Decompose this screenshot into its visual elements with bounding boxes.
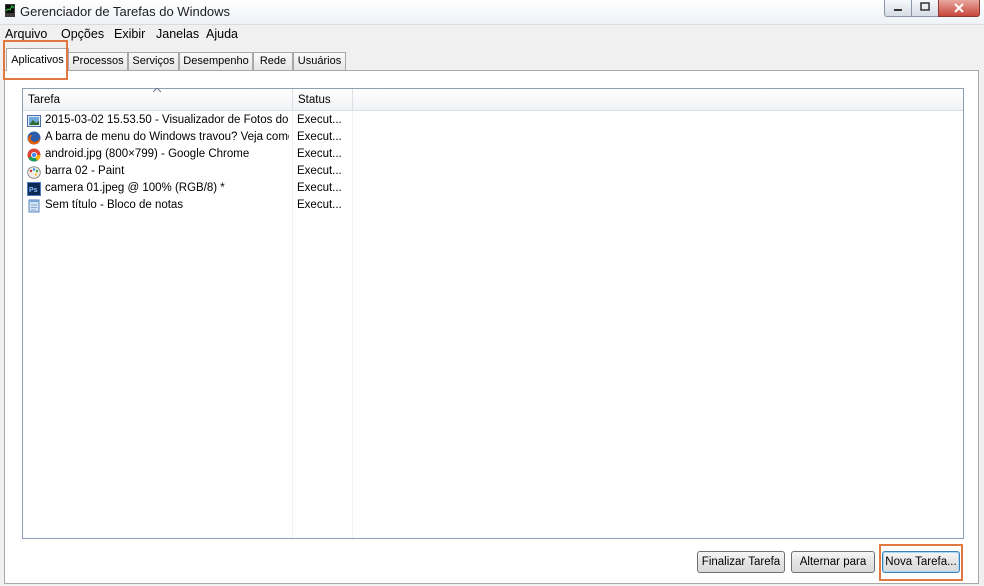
tab-processos[interactable]: Processos (68, 52, 128, 70)
table-row[interactable]: A barra de menu do Windows travou? Veja … (23, 130, 353, 147)
menu-exibir[interactable]: Exibir (114, 27, 145, 41)
minimize-button[interactable] (884, 0, 912, 17)
tab-usuarios[interactable]: Usuários (293, 52, 346, 70)
row-task: android.jpg (800×799) - Google Chrome (45, 148, 250, 160)
sort-ascending-icon (153, 88, 161, 93)
maximize-button[interactable] (911, 0, 939, 17)
menu-ajuda[interactable]: Ajuda (206, 27, 238, 41)
photo-viewer-icon (27, 115, 41, 127)
end-task-button[interactable]: Finalizar Tarefa (697, 551, 785, 573)
table-row[interactable]: 2015-03-02 15.53.50 - Visualizador de Fo… (23, 113, 353, 130)
table-row[interactable]: Sem título - Bloco de notas Execut... (23, 198, 353, 215)
tab-servicos[interactable]: Serviços (128, 52, 179, 70)
row-task: camera 01.jpeg @ 100% (RGB/8) * (45, 182, 225, 194)
notepad-icon (28, 199, 40, 213)
switch-to-button[interactable]: Alternar para (791, 551, 875, 573)
row-status: Execut... (297, 148, 342, 160)
column-header-empty (353, 89, 963, 111)
close-icon (954, 3, 964, 13)
row-task: A barra de menu do Windows travou? Veja … (45, 131, 289, 143)
menu-bar: Arquivo Opções Exibir Janelas Ajuda (0, 25, 984, 44)
title-bar: Gerenciador de Tarefas do Windows (0, 0, 984, 25)
photoshop-icon: Ps (27, 182, 41, 196)
row-status: Execut... (297, 165, 342, 177)
column-label-tarefa: Tarefa (28, 94, 60, 106)
new-task-button[interactable]: Nova Tarefa... (882, 551, 960, 573)
firefox-icon (27, 131, 41, 145)
tab-desempenho[interactable]: Desempenho (179, 52, 253, 70)
column-label-status: Status (298, 94, 331, 106)
applications-list[interactable]: Tarefa Status 2015-03-02 15.53.50 - Visu… (22, 88, 964, 539)
minimize-icon (894, 9, 902, 11)
column-header-status[interactable]: Status (293, 89, 353, 111)
table-row[interactable]: barra 02 - Paint Execut... (23, 164, 353, 181)
row-task: 2015-03-02 15.53.50 - Visualizador de Fo… (45, 114, 289, 126)
table-row[interactable]: Ps camera 01.jpeg @ 100% (RGB/8) * Execu… (23, 181, 353, 198)
menu-opcoes[interactable]: Opções (61, 27, 104, 41)
task-manager-icon (5, 4, 15, 17)
row-task: barra 02 - Paint (45, 165, 125, 177)
window-title: Gerenciador de Tarefas do Windows (20, 4, 231, 19)
row-task: Sem título - Bloco de notas (45, 199, 184, 211)
tab-aplicativos[interactable]: Aplicativos (6, 48, 69, 71)
maximize-icon (920, 2, 930, 11)
svg-text:Ps: Ps (29, 187, 38, 194)
menu-arquivo[interactable]: Arquivo (5, 27, 47, 41)
row-status: Execut... (297, 199, 342, 211)
paint-icon (27, 166, 41, 179)
tab-rede[interactable]: Rede (253, 52, 293, 70)
row-status: Execut... (297, 131, 342, 143)
close-button[interactable] (938, 0, 980, 17)
row-status: Execut... (297, 182, 342, 194)
menu-janelas[interactable]: Janelas (156, 27, 199, 41)
chrome-icon (27, 148, 41, 162)
column-header-tarefa[interactable]: Tarefa (23, 88, 293, 111)
table-row[interactable]: android.jpg (800×799) - Google Chrome Ex… (23, 147, 353, 164)
row-status: Execut... (297, 114, 342, 126)
